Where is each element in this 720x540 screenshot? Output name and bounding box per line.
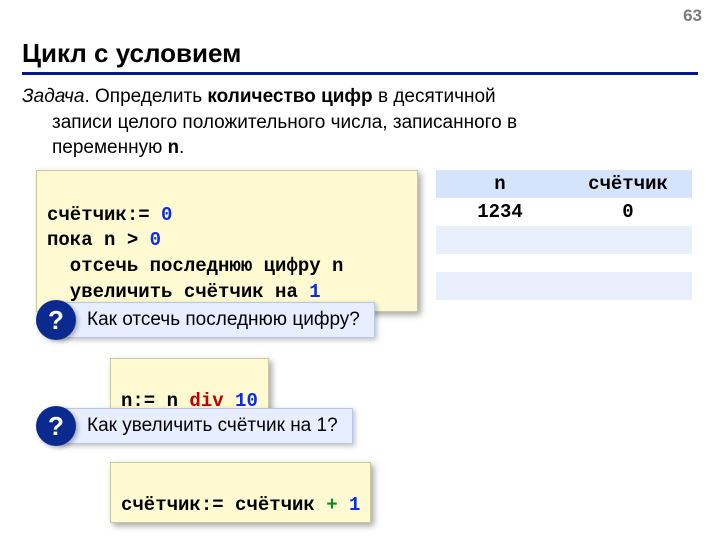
hint-2: ? Как увеличить счётчик на 1? (36, 406, 353, 446)
hint-1-text: Как отсечь последнюю цифру? (58, 302, 375, 338)
title-underline (22, 72, 698, 75)
trace-row: 1234 0 (436, 198, 692, 226)
task-bold: количество цифр (207, 86, 372, 107)
question-badge-icon: ? (36, 300, 76, 340)
question-badge-icon: ? (36, 406, 76, 446)
task-var: n (168, 137, 179, 159)
task-label: Задача (22, 86, 84, 107)
page-number: 63 (683, 6, 702, 26)
trace-col-n: n (436, 170, 564, 198)
hint-2-text: Как увеличить счётчик на 1? (58, 408, 353, 444)
code-main: счётчик:= 0 пока n > 0 отсечь последнюю … (36, 170, 418, 312)
hint-1: ? Как отсечь последнюю цифру? (36, 300, 375, 340)
code-inc: счётчик:= счётчик + 1 (110, 462, 371, 523)
trace-table: n счётчик 1234 0 (436, 170, 692, 300)
trace-row (436, 272, 692, 300)
trace-header: n счётчик (436, 170, 692, 198)
trace-row (436, 226, 692, 254)
trace-col-counter: счётчик (564, 170, 692, 198)
task-text: Задача. Определить количество цифр в дес… (22, 84, 698, 162)
page-title: Цикл с условием (22, 38, 241, 69)
